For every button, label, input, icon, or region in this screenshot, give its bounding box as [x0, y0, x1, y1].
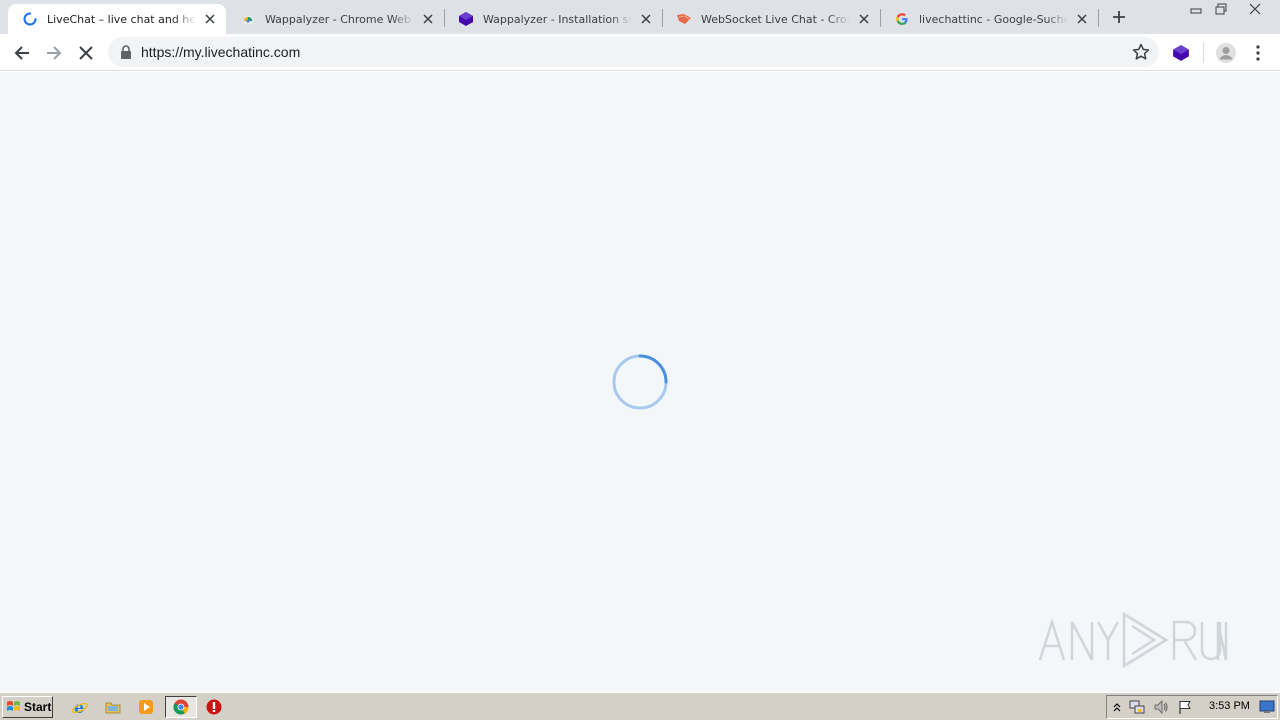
menu-button[interactable]	[1244, 39, 1272, 67]
close-tab-icon[interactable]	[200, 9, 220, 29]
plus-icon	[1113, 11, 1125, 23]
internet-explorer-button[interactable]: e	[70, 697, 90, 717]
star-icon	[1132, 43, 1150, 60]
close-tab-icon[interactable]	[418, 9, 438, 29]
network-icon	[1129, 700, 1145, 714]
start-button[interactable]: Start	[2, 696, 53, 718]
toolbar-separator	[1203, 43, 1204, 63]
wappalyzer-extension-button[interactable]	[1167, 39, 1195, 67]
minimize-button[interactable]	[1184, 0, 1208, 18]
close-tab-icon[interactable]	[636, 9, 656, 29]
media-player-button[interactable]	[136, 697, 156, 717]
stop-loading-icon	[79, 46, 93, 60]
tab-chrome-web-store[interactable]: Wappalyzer - Chrome Web Store	[226, 4, 444, 34]
back-arrow-icon	[14, 46, 29, 60]
windows-taskbar: Start e 3:53 PM	[0, 692, 1280, 720]
tab-separator	[1098, 9, 1099, 27]
action-center-button[interactable]	[1177, 699, 1193, 715]
wappalyzer-icon	[458, 11, 474, 27]
tab-websocket-live-chat[interactable]: WebSocket Live Chat - Cross-Site	[662, 4, 880, 34]
loading-spinner-icon	[22, 11, 38, 27]
show-desktop-button[interactable]	[1259, 699, 1275, 715]
tab-wappalyzer-installation[interactable]: Wappalyzer - Installation successful	[444, 4, 662, 34]
tab-title: LiveChat – live chat and help desk softw…	[47, 12, 196, 26]
system-tray: 3:53 PM	[1106, 695, 1278, 719]
anyrun-watermark-logo	[1038, 611, 1228, 669]
stop-loading-button[interactable]	[72, 39, 100, 67]
wappalyzer-extension-icon	[1173, 45, 1189, 61]
folder-icon	[105, 702, 121, 714]
expand-arrow-icon	[1113, 703, 1121, 712]
forward-button[interactable]	[40, 39, 68, 67]
stop-program-button[interactable]	[204, 697, 224, 717]
browser-window: LiveChat – live chat and help desk softw…	[0, 0, 1280, 72]
address-bar[interactable]: https://my.livechatinc.com	[108, 37, 1159, 67]
volume-icon	[1154, 700, 1168, 714]
profile-avatar-icon	[1216, 43, 1236, 63]
close-tab-icon[interactable]	[1072, 9, 1092, 29]
forward-arrow-icon	[47, 46, 62, 60]
restore-button[interactable]	[1208, 0, 1234, 18]
close-tab-icon[interactable]	[854, 9, 874, 29]
start-label: Start	[24, 700, 52, 714]
explorer-button[interactable]	[103, 697, 123, 717]
tab-title: WebSocket Live Chat - Cross-Site	[701, 12, 850, 26]
network-tray-button[interactable]	[1129, 699, 1145, 715]
flag-icon	[1179, 701, 1191, 714]
internet-explorer-icon: e	[72, 699, 88, 715]
volume-tray-button[interactable]	[1153, 699, 1169, 715]
tab-title: livechattinc - Google-Suche	[919, 12, 1068, 26]
media-player-icon	[139, 700, 153, 714]
chrome-web-store-icon	[240, 11, 256, 27]
browser-toolbar: https://my.livechatinc.com	[0, 34, 1280, 71]
close-icon	[1249, 3, 1261, 15]
tab-google-search[interactable]: livechattinc - Google-Suche	[880, 4, 1098, 34]
chrome-taskbar-button[interactable]	[165, 696, 197, 718]
tab-title: Wappalyzer - Installation successful	[483, 12, 632, 26]
restore-icon	[1215, 3, 1227, 15]
stop-sign-icon	[206, 699, 222, 715]
bookmark-star-button[interactable]	[1131, 42, 1151, 62]
new-tab-button[interactable]	[1108, 6, 1130, 28]
back-button[interactable]	[8, 39, 36, 67]
tab-strip: LiveChat – live chat and help desk softw…	[0, 0, 1280, 34]
windows-logo-icon	[7, 701, 20, 711]
tab-title: Wappalyzer - Chrome Web Store	[265, 12, 414, 26]
close-window-button[interactable]	[1236, 0, 1274, 18]
loading-spinner-icon	[612, 354, 668, 410]
kebab-menu-icon	[1256, 45, 1260, 61]
show-desktop-icon	[1259, 700, 1275, 713]
tab-livechat[interactable]: LiveChat – live chat and help desk softw…	[8, 4, 226, 34]
google-icon	[894, 11, 910, 27]
lock-icon	[121, 45, 131, 59]
taskbar-clock[interactable]: 3:53 PM	[1209, 700, 1250, 712]
page-content	[0, 72, 1280, 692]
url-text[interactable]: https://my.livechatinc.com	[141, 44, 300, 60]
profile-button[interactable]	[1212, 39, 1240, 67]
tray-expand-button[interactable]	[1109, 699, 1125, 715]
chrome-icon	[173, 699, 189, 715]
websocket-icon	[676, 11, 692, 27]
minimize-icon	[1190, 8, 1202, 14]
